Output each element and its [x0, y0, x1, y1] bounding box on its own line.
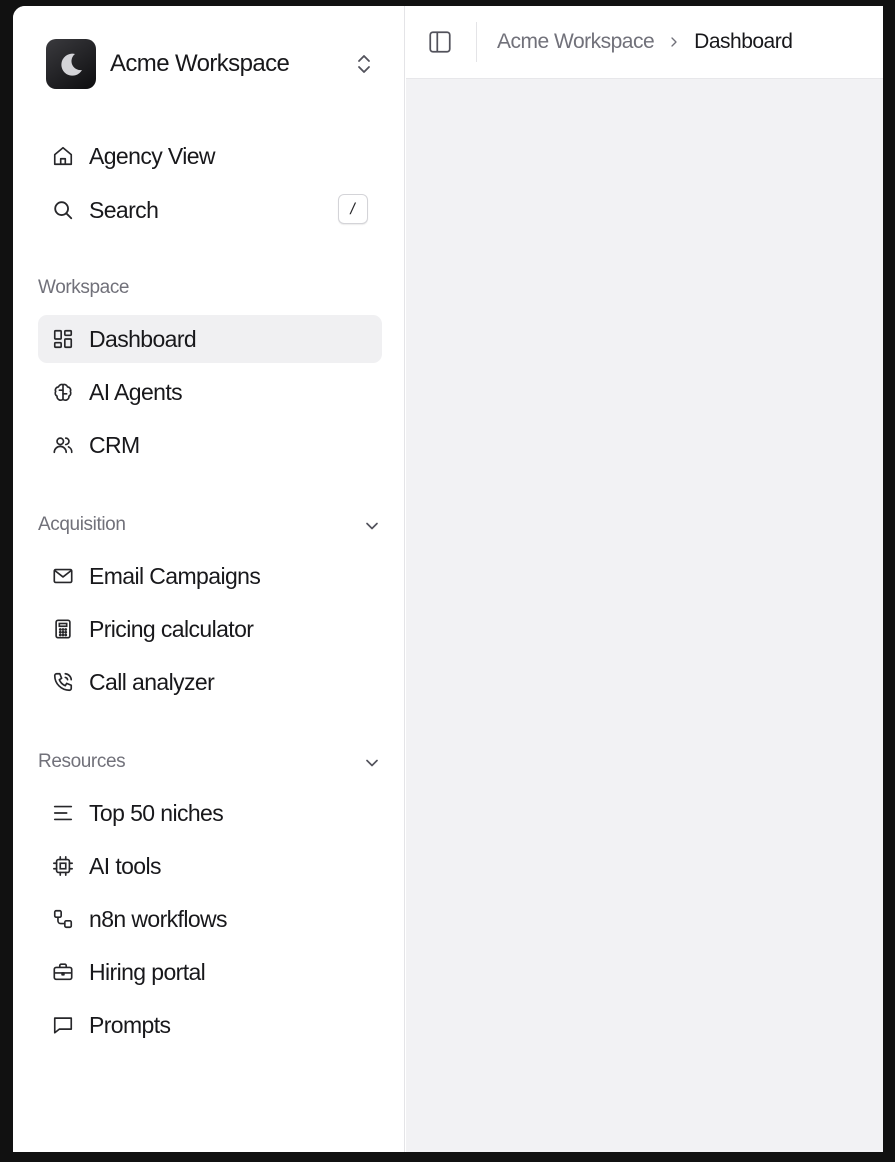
brain-icon — [52, 381, 74, 403]
nav-prompts[interactable]: Prompts — [38, 1001, 382, 1049]
nav-call-analyzer[interactable]: Call analyzer — [38, 658, 382, 706]
nav-label: Agency View — [89, 142, 216, 169]
workspace-logo — [46, 39, 96, 89]
nav-ai-agents[interactable]: AI Agents — [38, 368, 382, 416]
workspace-name: Acme Workspace — [110, 50, 290, 77]
nav-dashboard[interactable]: Dashboard — [38, 315, 382, 363]
nav-crm[interactable]: CRM — [38, 421, 382, 469]
list-icon — [52, 802, 74, 824]
nav-pricing-calculator[interactable]: Pricing calculator — [38, 605, 382, 653]
users-icon — [52, 434, 74, 456]
chevron-down-icon[interactable] — [362, 516, 382, 536]
nav-label: Dashboard — [89, 325, 197, 352]
workflow-icon — [52, 908, 74, 930]
message-square-icon — [52, 1014, 74, 1036]
nav-label: CRM — [89, 431, 140, 458]
nav-label: Pricing calculator — [89, 615, 254, 642]
nav-label: Top 50 niches — [89, 799, 224, 826]
chevron-right-icon — [666, 34, 682, 50]
nav-label: Search — [89, 196, 159, 223]
calculator-icon — [52, 618, 74, 640]
briefcase-icon — [52, 961, 74, 983]
section-label-resources: Resources — [38, 751, 126, 772]
nav-email-campaigns[interactable]: Email Campaigns — [38, 552, 382, 600]
workspace-switcher[interactable]: Acme Workspace — [46, 39, 390, 89]
cpu-icon — [52, 855, 74, 877]
home-icon — [52, 145, 74, 167]
nav-label: Email Campaigns — [89, 562, 261, 589]
section-label-acquisition: Acquisition — [38, 514, 126, 535]
mail-icon — [52, 565, 74, 587]
nav-search[interactable]: Search / — [38, 186, 382, 234]
breadcrumb-parent[interactable]: Acme Workspace — [497, 30, 655, 54]
nav-n8n-workflows[interactable]: n8n workflows — [38, 895, 382, 943]
nav-label: n8n workflows — [89, 905, 228, 932]
nav-label: Prompts — [89, 1011, 171, 1038]
sidebar-toggle-icon[interactable] — [426, 28, 454, 56]
nav-label: AI Agents — [89, 378, 183, 405]
nav-agency-view[interactable]: Agency View — [38, 132, 382, 180]
nav-hiring-portal[interactable]: Hiring portal — [38, 948, 382, 996]
keyboard-shortcut: / — [338, 194, 368, 224]
divider — [476, 22, 477, 62]
sidebar: Acme Workspace Agency View Search / Work… — [13, 6, 405, 1152]
breadcrumb-current: Dashboard — [694, 30, 793, 53]
nav-top-50-niches[interactable]: Top 50 niches — [38, 789, 382, 837]
nav-label: AI tools — [89, 852, 162, 879]
search-icon — [52, 199, 74, 221]
nav-ai-tools[interactable]: AI tools — [38, 842, 382, 890]
section-label-workspace: Workspace — [38, 277, 130, 298]
nav-label: Call analyzer — [89, 668, 215, 695]
main-content: Acme Workspace Dashboard — [406, 6, 883, 1152]
app-window: Acme Workspace Agency View Search / Work… — [13, 6, 883, 1152]
nav-label: Hiring portal — [89, 958, 206, 985]
phone-call-icon — [52, 671, 74, 693]
chevrons-up-down-icon — [352, 52, 376, 76]
breadcrumb: Acme Workspace Dashboard — [497, 30, 793, 54]
dashboard-icon — [52, 328, 74, 350]
chevron-down-icon[interactable] — [362, 753, 382, 773]
top-bar: Acme Workspace Dashboard — [406, 6, 883, 79]
